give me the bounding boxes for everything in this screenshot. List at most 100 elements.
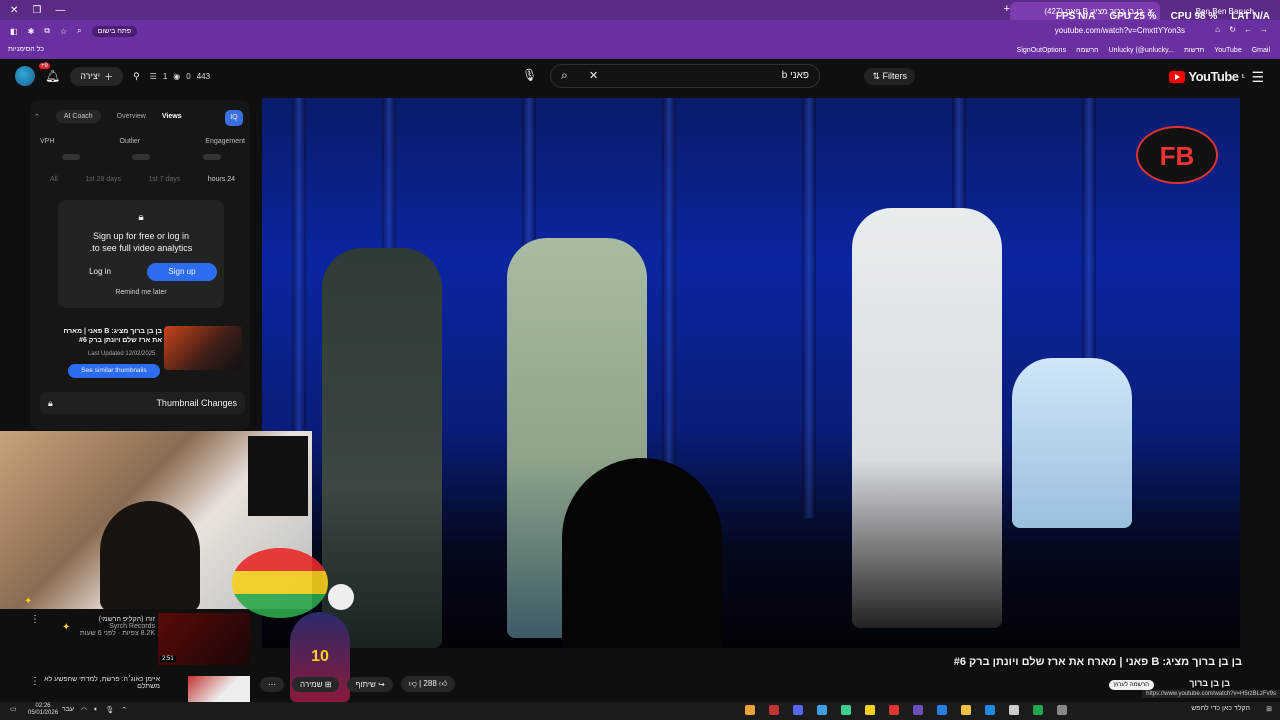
collapse-chevron-icon[interactable]: ⌃ [34,113,40,121]
share-icon[interactable]: ⧉ [44,26,50,36]
wifi-icon[interactable]: ◠ [81,706,87,714]
tab-overview[interactable]: Overview [117,113,146,120]
recommendation-item[interactable]: זורו (הקליפ הרשמי) Syrch Records 8.2K צפ… [35,616,155,637]
discord-icon[interactable] [793,705,803,715]
open-in-app-pill[interactable]: פתח בישום [91,25,137,37]
recommendation-thumbnail[interactable] [188,676,250,702]
language-indicator[interactable]: עבר [62,706,74,714]
subscribe-button[interactable]: הרשמה לערוץ [1108,680,1154,690]
menu-icon[interactable]: ☰ [1251,69,1264,86]
dislike-icon[interactable]: 👎︎ [409,679,417,688]
tab-views[interactable]: Views [162,113,182,120]
avatar[interactable] [15,66,35,86]
extension-icon[interactable]: ◧ [10,27,18,36]
search-input[interactable]: b פאני [782,70,809,81]
save-button[interactable]: שמירה ⊞ [292,676,340,692]
more-options-icon[interactable]: ⋮ [30,676,40,687]
thumbnail-changes-row[interactable]: 🔒︎ Thumbnail Changes [40,392,245,414]
microphone-icon[interactable]: 🎙︎ [522,68,537,82]
app-icon[interactable] [985,705,995,715]
app-icon[interactable] [913,705,923,715]
clear-search-icon[interactable]: ✕ [589,69,598,82]
back-icon[interactable]: → [1260,25,1268,34]
youtube-logo[interactable]: YouTube IL [1169,69,1246,84]
recommendation-item[interactable]: איימן כאוג׳ה: פרשת, למדתי שהפשע לא משתלם [40,676,160,690]
taskbar-search[interactable]: הקלד כאן כדי לחפש [1191,705,1250,712]
iq-badge[interactable]: IQ [225,110,243,126]
app-icon[interactable] [889,705,899,715]
home-icon[interactable]: ⌂ [1215,25,1220,34]
see-similar-thumbnails-button[interactable]: See similar thumbnails [68,364,160,378]
tray-expand-icon[interactable]: ⌃ [121,706,127,714]
start-icon[interactable]: ⊞ [1266,705,1272,713]
edge-icon[interactable] [1033,705,1043,715]
login-button[interactable]: Log in [65,263,135,281]
blurred-value [203,154,221,160]
metric-engagement: Engagement [205,138,245,145]
metrics-row: VPH Outlier Engagement [40,138,245,145]
puzzle-icon[interactable]: ✱ [28,27,35,36]
streamer-figure [100,501,200,609]
restore-window-icon[interactable]: ❐ [32,5,41,16]
bookmark-item[interactable]: הרשמה [1076,47,1099,54]
create-label: יצירה [80,71,101,81]
video-player[interactable]: FB [262,98,1240,648]
pirate-flag [248,436,308,516]
app-icon[interactable] [841,705,851,715]
tab-ai-coach[interactable]: AI Coach [55,110,101,123]
star-icon[interactable]: ☆ [60,27,67,36]
bookmark-item[interactable]: SignOutOptions [1017,47,1066,54]
search-box[interactable]: ⌕ ✕ b פאני [550,64,820,88]
list-icon[interactable]: ☰ [150,72,157,81]
app-icon[interactable] [817,705,827,715]
taskbar-clock[interactable]: 02:26 05/01/2026 [28,703,58,717]
close-window-icon[interactable]: ✕ [10,5,18,16]
bookmark-item[interactable]: Gmail [1252,47,1270,54]
task-view-icon[interactable] [1057,705,1067,715]
like-icon[interactable]: 👍︎ [439,679,447,688]
forward-icon[interactable]: ← [1244,25,1252,34]
chrome-icon[interactable] [745,705,755,715]
search-lens-icon[interactable]: ⌕ [77,26,81,36]
range-all[interactable]: All [50,176,58,183]
star-decoration: ✦ [24,596,33,607]
create-button[interactable]: יצירה ＋ [70,66,124,86]
notifications-bell-icon[interactable]: 🔔︎ +9 [39,63,60,83]
range-28d[interactable]: 1st 28 days [85,176,121,183]
similar-label: See similar thumbnails [81,367,147,374]
thumbnail-title: בן בן ברוך מציג: B פאני | מארח את ארז של… [63,328,162,344]
like-count: 288 [423,679,437,688]
file-explorer-icon[interactable] [961,705,971,715]
mic-tray-icon[interactable]: 🎙︎ [105,706,114,714]
all-bookmarks[interactable]: כל הסימניות [8,46,44,53]
range-7d[interactable]: 1st 7 days [148,176,180,183]
reload-icon[interactable]: ↻ [1229,25,1236,34]
url-field[interactable]: youtube.com/watch?v=CmxttYYon3s [1055,26,1185,35]
bookmark-item[interactable]: Unlucky (@unlucky... [1109,47,1174,54]
signup-button[interactable]: Sign up [147,263,217,281]
thumbnail-preview[interactable] [164,326,242,370]
search-icon[interactable]: ⌕ [561,68,568,83]
channel-name[interactable]: בן בן ברוך [1189,678,1230,688]
bookmark-item[interactable]: חדשות [1184,47,1204,54]
clock-time: 02:26 [35,703,51,709]
trophy-icon[interactable]: ⚲ [133,71,140,82]
recommendation-channel: Syrch Records [109,623,155,630]
app-icon[interactable] [769,705,779,715]
remind-later-link[interactable]: Remind me later [58,289,224,296]
minimize-window-icon[interactable]: — [55,5,65,16]
signup-lock-card: 🔒︎ Sign up for free or log in .to see fu… [58,200,224,308]
share-button[interactable]: שיתוף ↪ [347,676,393,692]
app-icon[interactable] [865,705,875,715]
counter-3: 443 [196,71,211,81]
filters-button[interactable]: ⇅ Filters [864,68,915,85]
more-options-icon[interactable]: ⋮ [30,614,40,625]
app-icon[interactable] [937,705,947,715]
range-24h[interactable]: hours 24 [208,176,235,183]
volume-icon[interactable]: 🔈︎ [94,706,98,714]
bookmark-item[interactable]: YouTube [1214,47,1242,54]
singer-right-figure [852,208,1002,628]
more-actions-button[interactable]: ⋯ [260,676,284,692]
app-icon[interactable] [1009,705,1019,715]
notification-center-icon[interactable]: ▭ [10,705,17,713]
